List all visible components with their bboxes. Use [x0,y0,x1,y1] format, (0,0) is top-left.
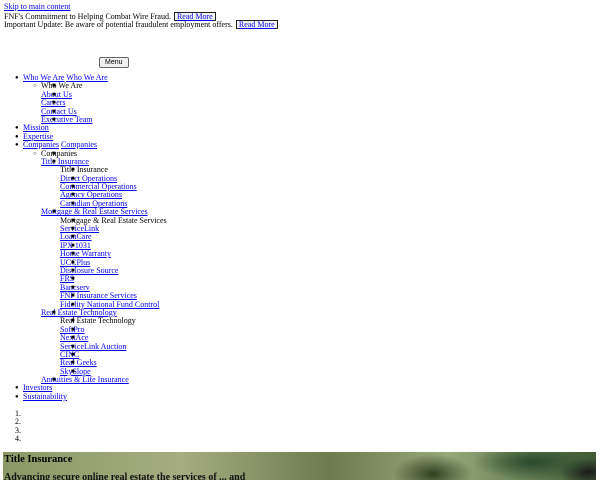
skip-to-main-link[interactable]: Skip to main content [4,2,70,11]
nav-link-sustainability[interactable]: Sustainability [23,392,67,401]
main-nav: ● Who We Are Who We Are ○ ■ Who We Are ■ Ab… [0,73,600,401]
alert-text: Important Update: Be aware of potential … [4,20,233,30]
slide-indicators: 1. 2. 3. 4. [0,409,23,444]
nav-item-who-we-are: ● Who We Are Who We Are [15,73,108,82]
employment-alert: Important Update: Be aware of potential … [4,20,278,30]
read-more-button[interactable]: Read More [235,20,278,30]
hero-subtitle: Advancing secure online real estate the … [4,472,246,480]
menu-button[interactable]: Menu [99,57,129,68]
slide-indicator[interactable]: 4. [0,434,23,443]
top-bar: Skip to main content FNF's Commitment to… [4,2,278,30]
wire-fraud-alert: FNF's Commitment to Helping Combat Wire … [4,11,278,21]
nav-item-companies: ● Companies Companies [15,140,97,150]
hero-title: Title Insurance [4,454,73,465]
who-we-are-submenu: ○ ■ Who We Are [33,81,83,91]
hero-banner: Title Insurance Advancing secure online … [3,452,596,480]
